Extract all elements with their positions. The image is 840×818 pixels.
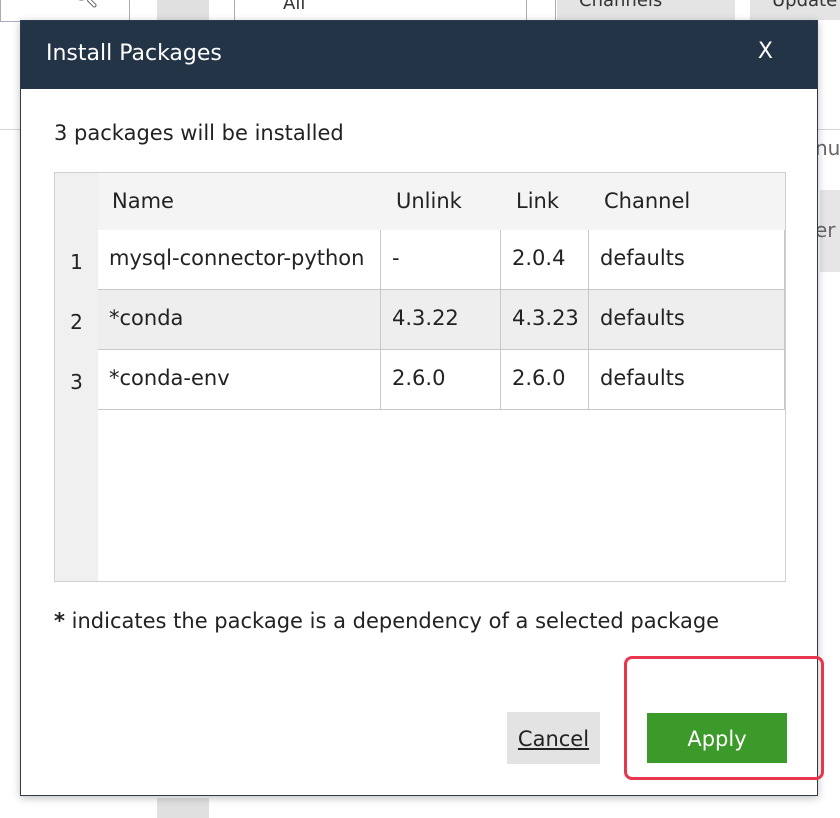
background-toolbar: 🔍︎ All Channels Update xyxy=(0,0,840,22)
close-button[interactable]: X xyxy=(758,39,773,64)
dialog-header: Install Packages X xyxy=(21,21,817,89)
filter-select-value: All xyxy=(283,0,306,14)
background-side-text-2: er xyxy=(815,218,836,242)
row-index: 3 xyxy=(70,370,83,394)
dialog-title: Install Packages xyxy=(46,41,222,66)
package-name-cell: mysql-connector-python xyxy=(98,230,381,290)
column-header-unlink[interactable]: Unlink xyxy=(396,173,462,230)
column-header-name[interactable]: Name xyxy=(112,173,174,230)
channel-cell: defaults xyxy=(589,290,785,350)
column-header-channel[interactable]: Channel xyxy=(604,173,691,230)
link-version-cell: 2.0.4 xyxy=(501,230,589,290)
unlink-version-cell: 4.3.22 xyxy=(381,290,501,350)
cancel-button[interactable]: Cancel xyxy=(507,712,600,764)
row-index: 2 xyxy=(70,310,83,334)
channels-button[interactable]: Channels xyxy=(557,0,735,20)
packages-table: Name Unlink Link Channel 1 mysql-connect… xyxy=(54,172,786,582)
channel-cell: defaults xyxy=(589,350,785,410)
apply-button[interactable]: Apply xyxy=(647,713,787,763)
column-header-link[interactable]: Link xyxy=(516,173,560,230)
background-search-input[interactable]: 🔍︎ xyxy=(0,0,130,22)
package-name-cell: *conda xyxy=(98,290,381,350)
search-icon: 🔍︎ xyxy=(71,0,99,10)
channel-cell: defaults xyxy=(589,230,785,290)
footnote-text: indicates the package is a dependency of… xyxy=(64,609,720,633)
row-index: 1 xyxy=(70,250,83,274)
unlink-version-cell: - xyxy=(381,230,501,290)
package-name-cell: *conda-env xyxy=(98,350,381,410)
link-version-cell: 4.3.23 xyxy=(501,290,589,350)
update-index-button[interactable]: Update xyxy=(750,0,840,20)
background-column-strip xyxy=(157,0,209,22)
install-packages-dialog: Install Packages X 3 packages will be in… xyxy=(20,20,818,796)
dependency-footnote: * indicates the package is a dependency … xyxy=(54,609,719,633)
background-column-strip-bottom xyxy=(157,798,209,818)
background-side-text: nu xyxy=(815,136,840,160)
footnote-asterisk: * xyxy=(54,609,65,633)
unlink-version-cell: 2.6.0 xyxy=(381,350,501,410)
background-filter-select[interactable]: All xyxy=(234,0,556,22)
chevron-down-icon[interactable] xyxy=(526,0,555,21)
install-summary: 3 packages will be installed xyxy=(54,121,344,145)
link-version-cell: 2.6.0 xyxy=(501,350,589,410)
